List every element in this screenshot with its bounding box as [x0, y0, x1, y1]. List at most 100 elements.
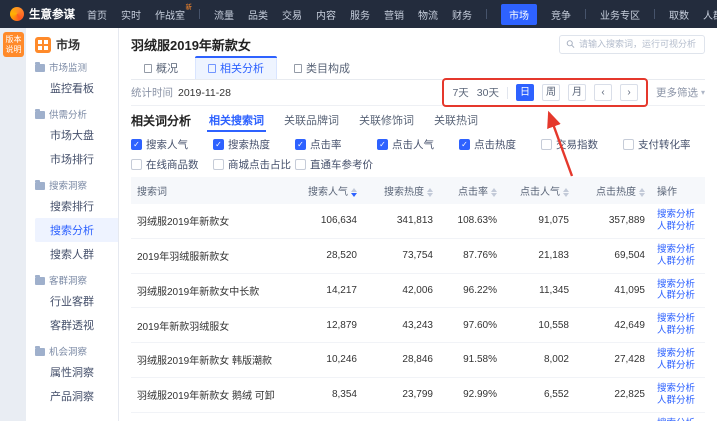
nav-item[interactable]: 竞争: [551, 7, 571, 22]
nav-item[interactable]: 物流: [418, 7, 438, 22]
sub-tab[interactable]: 关联热词: [432, 109, 480, 131]
nav-item[interactable]: 作战室新: [155, 7, 185, 22]
app-logo[interactable]: 生意参谋: [10, 6, 75, 22]
nav-item[interactable]: 交易: [282, 7, 302, 22]
sort-icon[interactable]: [427, 188, 433, 197]
checkbox-icon[interactable]: ✓: [131, 139, 142, 150]
action-link[interactable]: 人群分析: [657, 325, 699, 337]
checkbox-icon[interactable]: [131, 159, 142, 170]
actions-cell: 搜索分析人群分析: [651, 238, 705, 273]
version-tag[interactable]: 版本说明: [3, 32, 24, 57]
sort-icon[interactable]: [563, 188, 569, 197]
search-input[interactable]: [579, 39, 698, 49]
column-header[interactable]: 搜索人气: [287, 177, 363, 204]
column-header[interactable]: 点击率: [439, 177, 503, 204]
sidebar-item[interactable]: 行业客群: [35, 289, 118, 313]
sidebar-item[interactable]: 产品洞察: [35, 384, 118, 408]
sidebar-item[interactable]: 市场排行: [35, 147, 118, 171]
action-link[interactable]: 人群分析: [657, 290, 699, 302]
metric-checkbox[interactable]: ✓点击率: [295, 137, 377, 152]
metric-checkbox[interactable]: 支付转化率: [623, 137, 705, 152]
metric-checkbox[interactable]: ✓搜索热度: [213, 137, 295, 152]
nav-item[interactable]: 人群管理新: [703, 7, 717, 22]
action-link[interactable]: 搜索分析: [657, 244, 699, 256]
metric-checkbox[interactable]: 交易指数: [541, 137, 623, 152]
action-link[interactable]: 搜索分析: [657, 313, 699, 325]
action-link[interactable]: 搜索分析: [657, 348, 699, 360]
action-link[interactable]: 人群分析: [657, 360, 699, 372]
prev-button[interactable]: ‹: [594, 84, 612, 101]
sidebar-group[interactable]: 客群洞察: [35, 273, 118, 287]
nav-item[interactable]: 品类: [248, 7, 268, 22]
sidebar-group[interactable]: 搜索洞察: [35, 178, 118, 192]
action-link[interactable]: 人群分析: [657, 221, 699, 233]
table-row: 羽绒服2019年新款女106,634341,813108.63%91,07535…: [131, 204, 705, 238]
metric-checkbox[interactable]: 直通车参考价: [295, 157, 377, 172]
sidebar-group[interactable]: 机会洞察: [35, 344, 118, 358]
tab[interactable]: 类目构成: [281, 56, 363, 79]
checkbox-icon[interactable]: [295, 159, 306, 170]
sort-icon[interactable]: [351, 188, 357, 197]
checkbox-icon[interactable]: ✓: [377, 139, 388, 150]
granularity-button[interactable]: 周: [542, 84, 560, 101]
granularity-button[interactable]: 日: [516, 84, 534, 101]
checkbox-icon[interactable]: ✓: [459, 139, 470, 150]
sort-icon[interactable]: [491, 188, 497, 197]
metric-checkbox[interactable]: ✓点击人气: [377, 137, 459, 152]
action-link[interactable]: 搜索分析: [657, 209, 699, 221]
sub-tab[interactable]: 相关搜索词: [207, 109, 266, 131]
sidebar-item[interactable]: 搜索人群: [35, 242, 118, 266]
value-cell: 28,846: [363, 343, 439, 378]
metric-checkbox[interactable]: 在线商品数: [131, 157, 213, 172]
sidebar-item[interactable]: 搜索分析: [35, 218, 118, 242]
action-link[interactable]: 搜索分析: [657, 383, 699, 395]
keyword-search-box[interactable]: [559, 35, 705, 54]
nav-item[interactable]: 首页: [87, 7, 107, 22]
column-header[interactable]: 点击热度: [575, 177, 651, 204]
nav-item[interactable]: 服务: [350, 7, 370, 22]
sidebar-item[interactable]: 市场大盘: [35, 123, 118, 147]
nav-item[interactable]: 营销: [384, 7, 404, 22]
nav-item[interactable]: 取数: [669, 7, 689, 22]
metric-checkbox[interactable]: ✓点击热度: [459, 137, 541, 152]
value-cell: 8,002: [503, 343, 575, 378]
tab[interactable]: 相关分析: [195, 56, 277, 79]
nav-item[interactable]: 流量: [214, 7, 234, 22]
nav-item[interactable]: 实时: [121, 7, 141, 22]
sub-tab[interactable]: 关联品牌词: [282, 109, 341, 131]
column-header[interactable]: 搜索热度: [363, 177, 439, 204]
range-button[interactable]: 7天: [452, 85, 468, 100]
checkbox-icon[interactable]: [541, 139, 552, 150]
sidebar-item[interactable]: 客群透视: [35, 313, 118, 337]
checkbox-icon[interactable]: [213, 159, 224, 170]
checkbox-icon[interactable]: ✓: [295, 139, 306, 150]
sidebar-item[interactable]: 搜索排行: [35, 194, 118, 218]
next-button[interactable]: ›: [620, 84, 638, 101]
sidebar-item[interactable]: 属性洞察: [35, 360, 118, 384]
granularity-button[interactable]: 月: [568, 84, 586, 101]
sub-tab[interactable]: 关联修饰词: [357, 109, 416, 131]
divider: [507, 87, 508, 99]
nav-item[interactable]: 财务: [452, 7, 472, 22]
sidebar-group[interactable]: 供需分析: [35, 107, 118, 121]
tab[interactable]: 概况: [131, 56, 191, 79]
sidebar-group[interactable]: 市场监测: [35, 60, 118, 74]
column-header[interactable]: 点击人气: [503, 177, 575, 204]
action-link[interactable]: 人群分析: [657, 256, 699, 268]
range-button[interactable]: 30天: [477, 85, 499, 100]
nav-item[interactable]: 内容: [316, 7, 336, 22]
action-link[interactable]: 人群分析: [657, 395, 699, 407]
sidebar-item[interactable]: 监控看板: [35, 76, 118, 100]
action-link[interactable]: 搜索分析: [657, 279, 699, 291]
action-link[interactable]: 搜索分析: [657, 418, 699, 421]
stat-time-value[interactable]: 2019-11-28: [178, 87, 231, 99]
checkbox-icon[interactable]: ✓: [213, 139, 224, 150]
more-filter-dropdown[interactable]: 更多筛选 ▾: [656, 85, 705, 100]
nav-item[interactable]: 业务专区: [600, 7, 640, 22]
main-content: 羽绒服2019年新款女 概况相关分析类目构成 统计时间 2019-11-28 7…: [119, 28, 717, 421]
checkbox-icon[interactable]: [623, 139, 634, 150]
metric-checkbox[interactable]: ✓搜索人气: [131, 137, 213, 152]
sort-icon[interactable]: [639, 188, 645, 197]
nav-item[interactable]: 市场: [501, 4, 537, 25]
metric-checkbox[interactable]: 商城点击占比: [213, 157, 295, 172]
